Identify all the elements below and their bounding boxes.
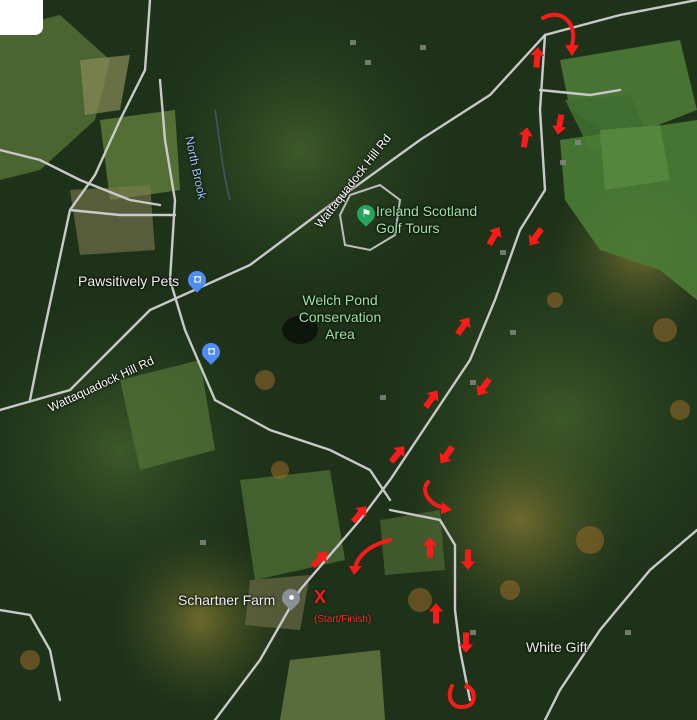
welch-pond-label[interactable]: Welch Pond Conservation Area (292, 292, 388, 343)
ireland-line-1: Ireland Scotland (376, 203, 478, 219)
satellite-map[interactable]: North Brook Wattaquadock Hill Rd Wattaqu… (0, 0, 697, 720)
welch-line-1: Welch Pond (302, 292, 378, 308)
white-gift-label[interactable]: White Gift (526, 639, 587, 655)
welch-line-3: Area (325, 326, 355, 342)
start-finish-mark: X (314, 587, 327, 607)
ireland-line-2: Golf Tours (376, 220, 440, 236)
schartner-farm-label[interactable]: Schartner Farm (178, 592, 275, 608)
welch-line-2: Conservation (298, 309, 382, 325)
ireland-scotland-golf-label[interactable]: Ireland Scotland Golf Tours (376, 203, 477, 237)
pawsitively-pets-label[interactable]: Pawsitively Pets (78, 273, 179, 289)
start-finish-label: (Start/Finish) (314, 614, 372, 625)
satellite-terrain (0, 0, 697, 720)
overlay-corner (0, 0, 43, 35)
